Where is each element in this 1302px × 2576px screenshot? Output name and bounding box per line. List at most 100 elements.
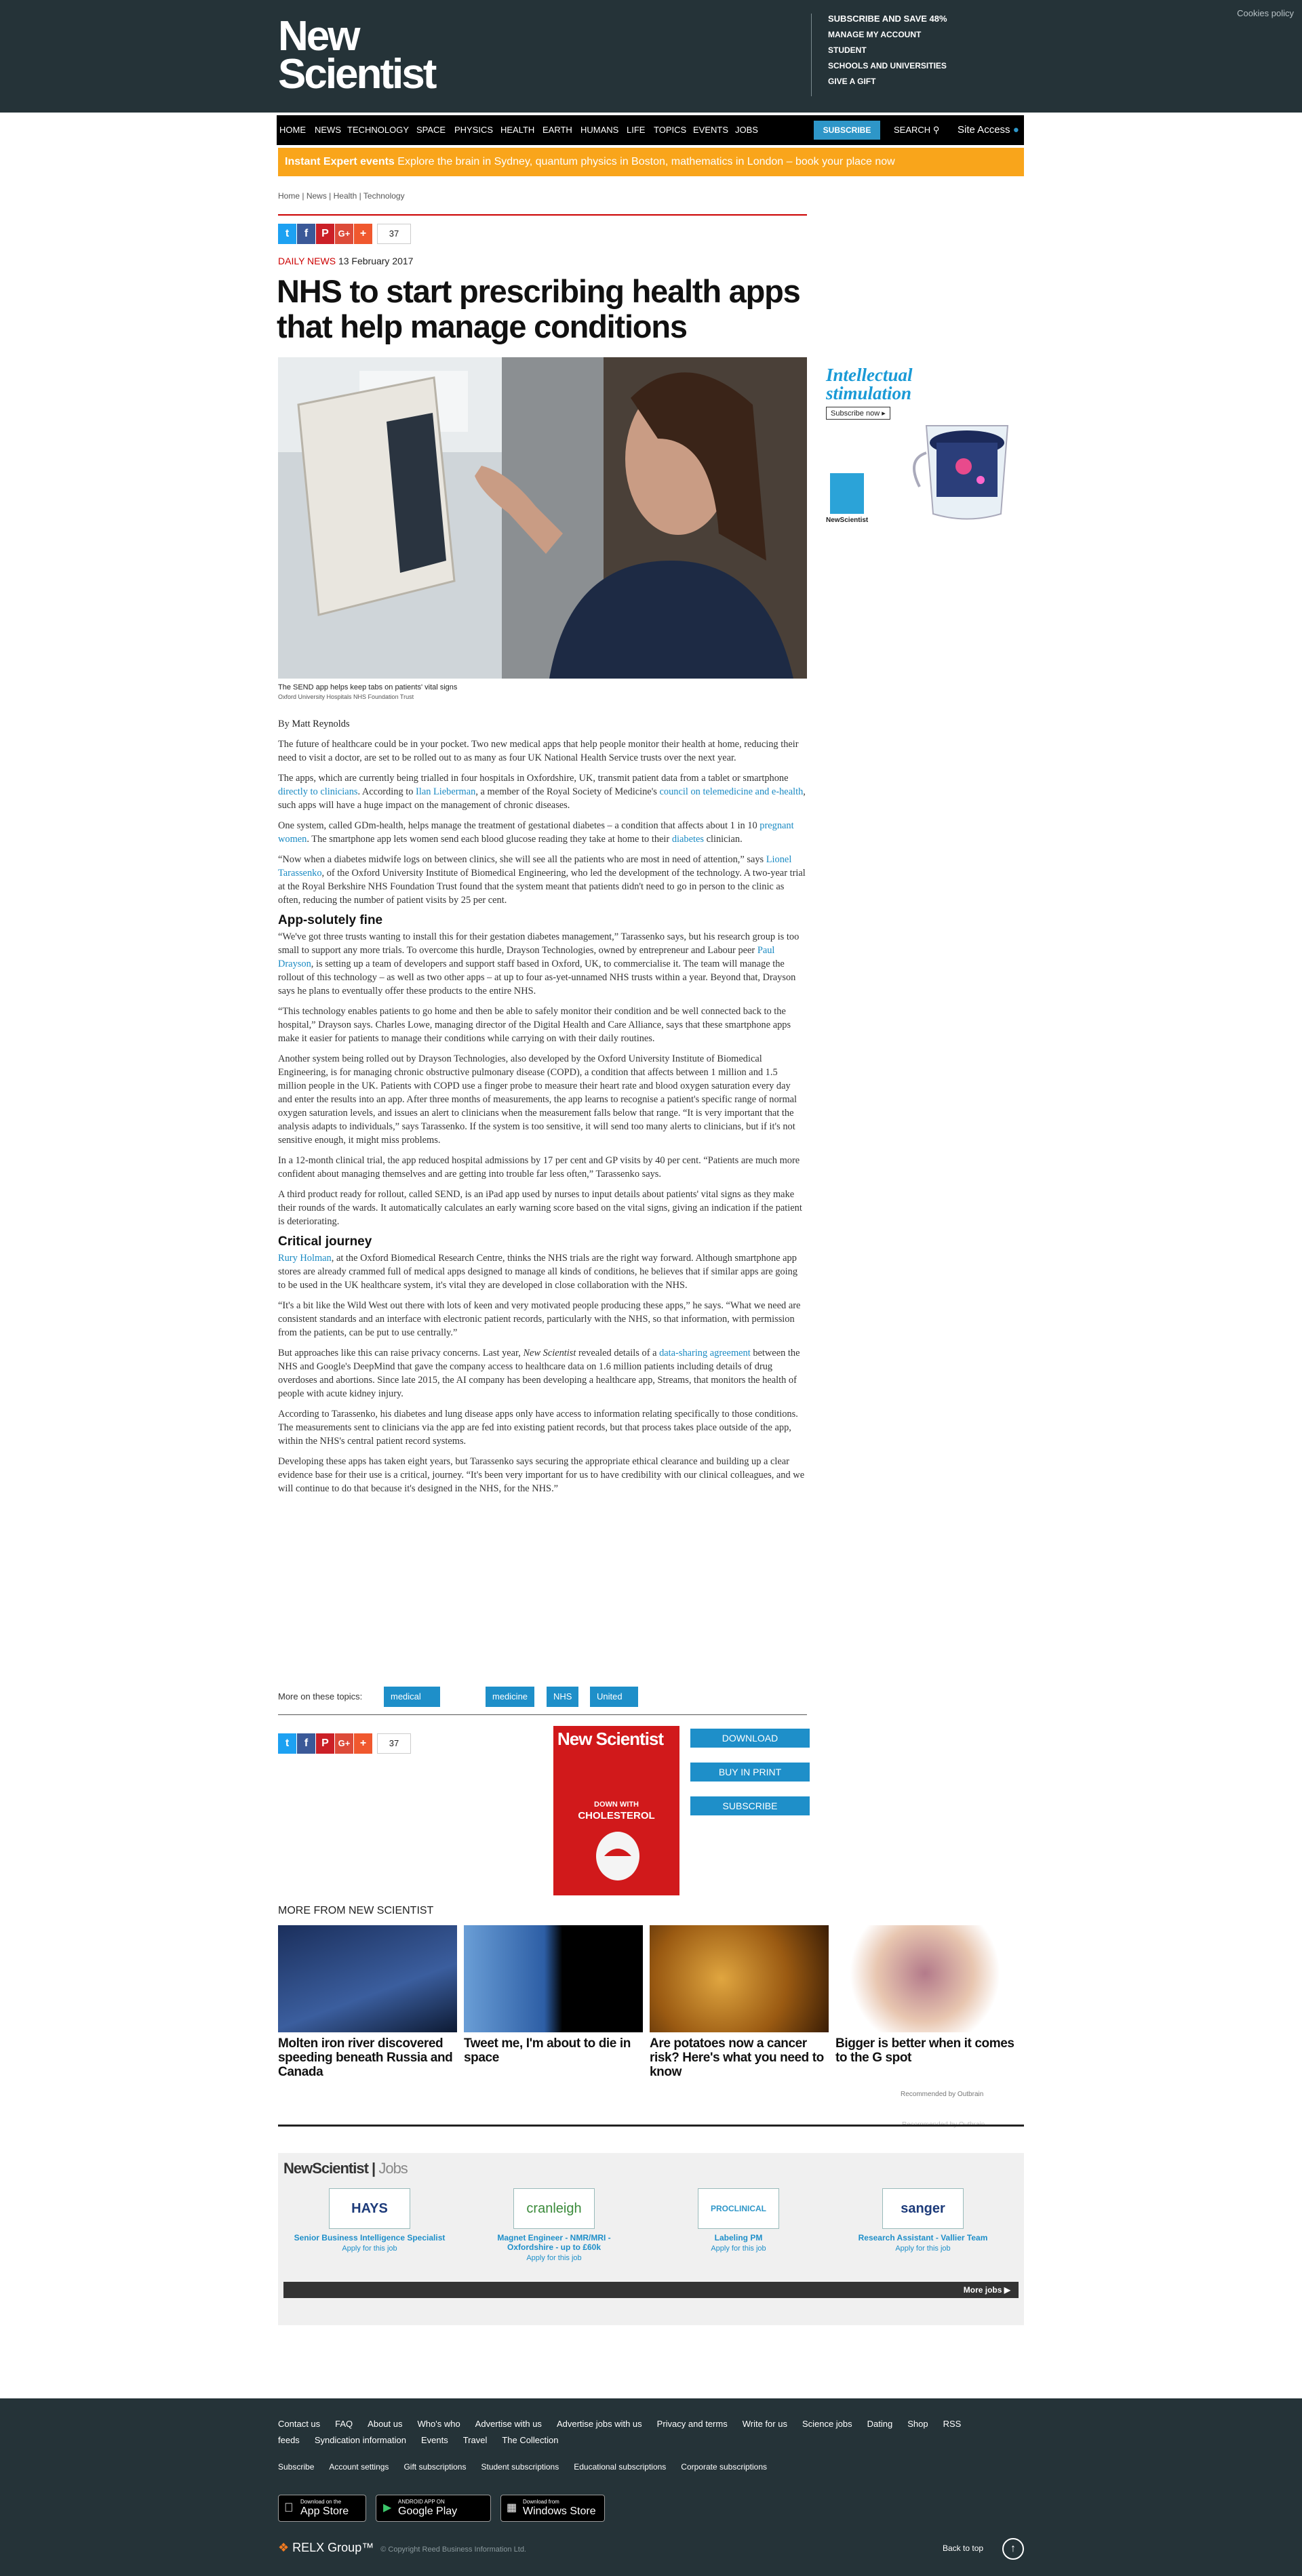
nav-home[interactable]: HOME xyxy=(279,115,306,145)
arrow-up-icon[interactable]: ↑ xyxy=(1002,2538,1024,2560)
job-listing[interactable]: sanger Research Assistant - Vallier Team… xyxy=(845,2188,1001,2253)
nav-events[interactable]: EVENTS xyxy=(693,115,728,145)
job-listing[interactable]: HAYS Senior Business Intelligence Specia… xyxy=(292,2188,448,2253)
footer-educational-subs[interactable]: Educational subscriptions xyxy=(574,2462,666,2472)
footer-about[interactable]: About us xyxy=(368,2419,402,2429)
apply-link[interactable]: Apply for this job xyxy=(660,2244,816,2253)
schools-link[interactable]: SCHOOLS AND UNIVERSITIES xyxy=(828,61,947,71)
footer-advertise[interactable]: Advertise with us xyxy=(475,2419,542,2429)
related-card[interactable]: Tweet me, I'm about to die in space xyxy=(464,1925,643,2065)
footer-account-settings[interactable]: Account settings xyxy=(329,2462,389,2472)
related-title[interactable]: Are potatoes now a cancer risk? Here's w… xyxy=(650,2036,829,2079)
footer-collection[interactable]: The Collection xyxy=(502,2435,558,2445)
footer-dating[interactable]: Dating xyxy=(867,2419,893,2429)
related-title[interactable]: Bigger is better when it comes to the G … xyxy=(835,2036,1014,2065)
nav-health[interactable]: HEALTH xyxy=(500,115,534,145)
footer-write[interactable]: Write for us xyxy=(743,2419,787,2429)
subscription-ad[interactable]: Intellectual stimulation Subscribe now ▸… xyxy=(826,366,1024,529)
google-plus-icon[interactable]: G+ xyxy=(335,224,353,244)
footer-faq[interactable]: FAQ xyxy=(335,2419,353,2429)
more-share-icon[interactable]: + xyxy=(354,224,372,244)
give-gift-link[interactable]: GIVE A GIFT xyxy=(828,77,947,86)
footer-syndication[interactable]: Syndication information xyxy=(315,2435,406,2445)
footer-privacy[interactable]: Privacy and terms xyxy=(657,2419,728,2429)
pinterest-icon[interactable]: P xyxy=(316,1733,334,1754)
job-title[interactable]: Labeling PM xyxy=(660,2233,816,2242)
nav-physics[interactable]: PHYSICS xyxy=(454,115,493,145)
footer-advertise-jobs[interactable]: Advertise jobs with us xyxy=(557,2419,642,2429)
windows-store-badge[interactable]: ▦ Download from Windows Store xyxy=(500,2495,605,2522)
student-link[interactable]: STUDENT xyxy=(828,45,947,55)
relx-logo[interactable]: ❖ RELX Group™ © Copyright Reed Business I… xyxy=(278,2541,526,2555)
download-button[interactable]: DOWNLOAD xyxy=(690,1729,810,1748)
nav-life[interactable]: LIFE xyxy=(627,115,645,145)
nav-news[interactable]: NEWS xyxy=(315,115,341,145)
link-rury-holman[interactable]: Rury Holman xyxy=(278,1253,332,1264)
jobs-logo[interactable]: NewScientist | Jobs xyxy=(283,2160,408,2177)
related-card[interactable]: Bigger is better when it comes to the G … xyxy=(835,1925,1014,2065)
facebook-icon[interactable]: f xyxy=(297,1733,315,1754)
magazine-cover[interactable]: New Scientist DOWN WITH CHOLESTEROL xyxy=(553,1726,679,1895)
kicker[interactable]: DAILY NEWS xyxy=(278,256,336,266)
outbrain-credit[interactable]: Recommended by Outbrain xyxy=(901,2091,983,2098)
nav-technology[interactable]: TECHNOLOGY xyxy=(347,115,409,145)
nav-topics[interactable]: TOPICS xyxy=(654,115,686,145)
footer-whos-who[interactable]: Who's who xyxy=(418,2419,460,2429)
topic-tag-medicine[interactable]: medicine xyxy=(486,1687,535,1707)
subscribe-button[interactable]: SUBSCRIBE xyxy=(690,1796,810,1815)
nav-jobs[interactable]: JOBS xyxy=(735,115,758,145)
app-store-badge[interactable]:  Download on the App Store xyxy=(278,2495,366,2522)
back-to-top-link[interactable]: Back to top xyxy=(943,2543,983,2553)
link-council-telemedicine[interactable]: council on telemedicine and e-health xyxy=(660,786,804,797)
apply-link[interactable]: Apply for this job xyxy=(476,2253,632,2263)
cookies-policy-link[interactable]: Cookies policy xyxy=(1237,8,1294,18)
more-share-icon[interactable]: + xyxy=(354,1733,372,1754)
footer-gift-subs[interactable]: Gift subscriptions xyxy=(403,2462,466,2472)
topic-tag-medical-technology[interactable]: medical technology xyxy=(384,1687,440,1722)
link-diabetes[interactable]: diabetes xyxy=(672,834,704,845)
buy-in-print-button[interactable]: BUY IN PRINT xyxy=(690,1763,810,1782)
breadcrumb-home[interactable]: Home xyxy=(278,191,300,201)
job-title[interactable]: Magnet Engineer - NMR/MRI - Oxfordshire … xyxy=(476,2233,632,2252)
footer-feeds[interactable]: feeds xyxy=(278,2435,300,2445)
nav-earth[interactable]: EARTH xyxy=(542,115,572,145)
footer-travel[interactable]: Travel xyxy=(463,2435,488,2445)
breadcrumb-technology[interactable]: Technology xyxy=(363,191,405,201)
breadcrumb-news[interactable]: News xyxy=(307,191,327,201)
author-link[interactable]: Matt Reynolds xyxy=(292,719,349,729)
site-access-link[interactable]: Site Access ● xyxy=(958,115,1019,145)
nav-search-button[interactable]: SEARCH ⚲ xyxy=(894,115,939,145)
twitter-icon[interactable]: t xyxy=(278,1733,296,1754)
related-card[interactable]: Are potatoes now a cancer risk? Here's w… xyxy=(650,1925,829,2079)
nav-humans[interactable]: HUMANS xyxy=(580,115,618,145)
related-title[interactable]: Tweet me, I'm about to die in space xyxy=(464,2036,643,2065)
twitter-icon[interactable]: t xyxy=(278,224,296,244)
footer-student-subs[interactable]: Student subscriptions xyxy=(481,2462,559,2472)
footer-corporate-subs[interactable]: Corporate subscriptions xyxy=(681,2462,767,2472)
footer-subscribe[interactable]: Subscribe xyxy=(278,2462,314,2472)
manage-account-link[interactable]: MANAGE MY ACCOUNT xyxy=(828,30,947,39)
google-plus-icon[interactable]: G+ xyxy=(335,1733,353,1754)
job-title[interactable]: Senior Business Intelligence Specialist xyxy=(292,2233,448,2242)
job-title[interactable]: Research Assistant - Vallier Team xyxy=(845,2233,1001,2242)
promo-banner[interactable]: Instant Expert events Explore the brain … xyxy=(278,148,1024,176)
job-listing[interactable]: cranleigh Magnet Engineer - NMR/MRI - Ox… xyxy=(476,2188,632,2263)
footer-shop[interactable]: Shop xyxy=(907,2419,928,2429)
link-ilan-lieberman[interactable]: Ilan Lieberman xyxy=(416,786,475,797)
job-listing[interactable]: PROCLINICAL Labeling PM Apply for this j… xyxy=(660,2188,816,2253)
related-card[interactable]: Molten iron river discovered speeding be… xyxy=(278,1925,457,2079)
link-directly-to-clinicians[interactable]: directly to clinicians xyxy=(278,786,358,797)
footer-science-jobs[interactable]: Science jobs xyxy=(802,2419,852,2429)
subscribe-save-link[interactable]: SUBSCRIBE AND SAVE 48% xyxy=(828,14,947,24)
footer-rss[interactable]: RSS xyxy=(943,2419,962,2429)
footer-events[interactable]: Events xyxy=(421,2435,448,2445)
facebook-icon[interactable]: f xyxy=(297,224,315,244)
ad-subscribe-button[interactable]: Subscribe now ▸ xyxy=(826,407,890,420)
apply-link[interactable]: Apply for this job xyxy=(292,2244,448,2253)
breadcrumb-health[interactable]: Health xyxy=(334,191,357,201)
nav-subscribe-button[interactable]: SUBSCRIBE xyxy=(814,121,880,140)
topic-tag-uk[interactable]: United Kingdom xyxy=(590,1687,639,1722)
apply-link[interactable]: Apply for this job xyxy=(845,2244,1001,2253)
more-jobs-button[interactable]: More jobs ▶ xyxy=(283,2282,1019,2298)
pinterest-icon[interactable]: P xyxy=(316,224,334,244)
